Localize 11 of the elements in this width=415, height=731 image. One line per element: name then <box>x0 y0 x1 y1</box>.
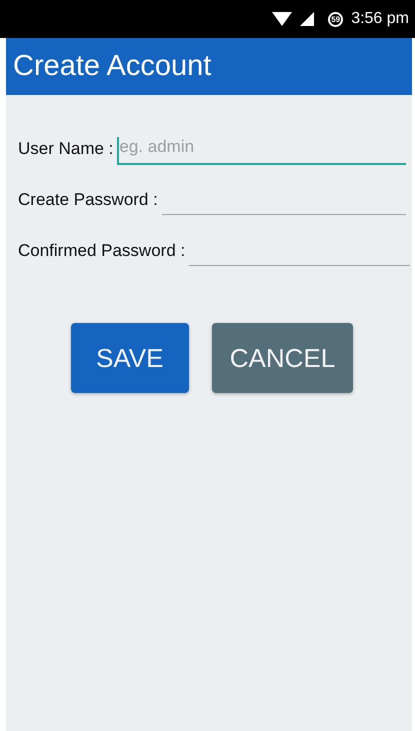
notification-badge: 59 <box>328 12 344 26</box>
wifi-icon <box>272 12 292 26</box>
toolbar-title: Create Account <box>13 50 212 83</box>
field-label: Create Password : <box>18 190 158 211</box>
field-label: Confirmed Password : <box>18 241 186 262</box>
save-button[interactable]: SAVE <box>70 323 189 393</box>
signal-icon <box>300 12 314 26</box>
cancel-button[interactable]: CANCEL <box>212 323 354 393</box>
field-label: User Name : <box>18 139 114 160</box>
clock-time: 3:56 pm <box>351 10 409 28</box>
input-field[interactable]: eg. admin <box>117 137 406 165</box>
